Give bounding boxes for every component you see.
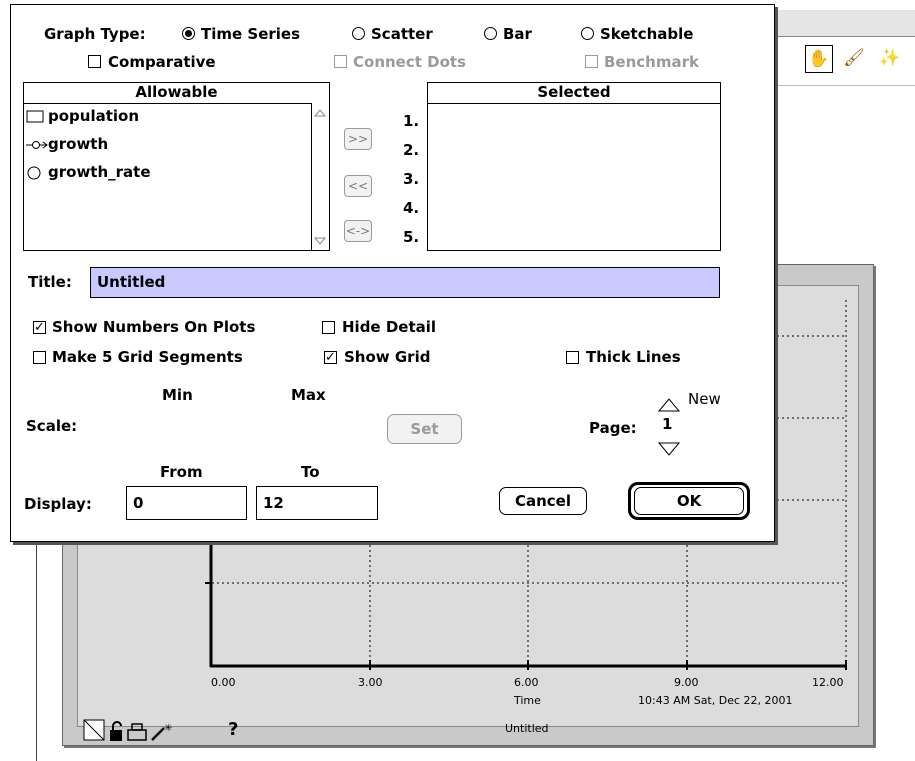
slot-number: 5. bbox=[403, 228, 420, 246]
title-label: Title: bbox=[28, 273, 72, 291]
slot-number: 3. bbox=[403, 170, 420, 188]
graph-type-label: Graph Type: bbox=[44, 25, 146, 43]
timestamp: 10:43 AM Sat, Dec 22, 2001 bbox=[638, 694, 793, 707]
display-label: Display: bbox=[24, 495, 92, 513]
lock-icon bbox=[110, 721, 122, 741]
benchmark-label: Benchmark bbox=[604, 53, 699, 71]
radio-time-series-label[interactable]: Time Series bbox=[201, 25, 300, 43]
show-grid-label[interactable]: Show Grid bbox=[344, 348, 430, 366]
radio-sketchable[interactable] bbox=[581, 27, 594, 40]
connect-dots-label: Connect Dots bbox=[353, 53, 466, 71]
title-input[interactable]: Untitled bbox=[90, 267, 720, 298]
graph-corner-icon bbox=[83, 719, 105, 741]
show-numbers-label[interactable]: Show Numbers On Plots bbox=[52, 318, 255, 336]
grid-segments-checkbox[interactable] bbox=[33, 351, 46, 364]
scale-label: Scale: bbox=[26, 417, 78, 435]
radio-bar-label[interactable]: Bar bbox=[503, 25, 532, 43]
scroll-up-icon bbox=[313, 109, 327, 117]
allowable-scrollbar[interactable] bbox=[311, 103, 329, 250]
list-item[interactable]: population bbox=[26, 107, 306, 127]
allowable-header: Allowable bbox=[24, 83, 329, 104]
help-icon[interactable]: ? bbox=[228, 721, 238, 739]
add-variable-button[interactable]: >> bbox=[344, 128, 372, 150]
ok-button[interactable]: OK bbox=[634, 487, 744, 515]
list-item-label: growth bbox=[48, 135, 109, 153]
from-label: From bbox=[160, 463, 203, 481]
grid-segments-label[interactable]: Make 5 Grid Segments bbox=[52, 348, 243, 366]
set-button[interactable]: Set bbox=[387, 414, 462, 444]
benchmark-checkbox bbox=[585, 55, 598, 68]
swap-variable-button[interactable]: <-> bbox=[344, 220, 372, 242]
x-tick-label: 0.00 bbox=[211, 676, 236, 689]
x-tick-label: 12.00 bbox=[812, 676, 844, 689]
connect-dots-checkbox bbox=[334, 55, 347, 68]
x-tick-label: 6.00 bbox=[514, 676, 539, 689]
min-label: Min bbox=[162, 386, 193, 404]
page-label: Page: bbox=[589, 419, 637, 437]
list-item[interactable]: growth_rate bbox=[26, 163, 306, 183]
list-item-label: population bbox=[48, 107, 140, 125]
slot-number: 1. bbox=[403, 112, 420, 130]
thick-lines-label[interactable]: Thick Lines bbox=[586, 348, 681, 366]
new-page-label: New bbox=[688, 390, 721, 408]
page-up-icon bbox=[657, 398, 681, 412]
display-from-input[interactable]: 0 bbox=[126, 486, 247, 520]
thick-lines-checkbox[interactable] bbox=[566, 351, 579, 364]
comparative-label[interactable]: Comparative bbox=[108, 53, 216, 71]
remove-variable-button[interactable]: << bbox=[344, 175, 372, 197]
x-axis-label: Time bbox=[514, 694, 541, 707]
radio-bar[interactable] bbox=[484, 27, 497, 40]
show-grid-checkbox[interactable]: ✓ bbox=[324, 351, 337, 364]
hide-detail-checkbox[interactable] bbox=[322, 321, 335, 334]
list-item-label: growth_rate bbox=[48, 163, 151, 181]
radio-scatter-label[interactable]: Scatter bbox=[371, 25, 433, 43]
comparative-checkbox[interactable] bbox=[88, 55, 101, 68]
flow-icon bbox=[26, 141, 48, 149]
selected-list[interactable]: Selected bbox=[427, 82, 721, 251]
stock-icon bbox=[26, 110, 44, 123]
converter-icon bbox=[27, 166, 41, 180]
cancel-button[interactable]: Cancel bbox=[499, 487, 587, 515]
to-label: To bbox=[301, 463, 320, 481]
hide-detail-label[interactable]: Hide Detail bbox=[342, 318, 436, 336]
max-label: Max bbox=[291, 386, 326, 404]
printer-icon bbox=[127, 723, 147, 741]
x-tick-label: 3.00 bbox=[358, 676, 383, 689]
radio-time-series[interactable] bbox=[182, 27, 195, 40]
define-graph-dialog: Graph Type: Time Series Scatter Bar Sket… bbox=[10, 4, 775, 542]
slot-number: 4. bbox=[403, 199, 420, 217]
magic-wand-icon: ✳ bbox=[151, 723, 172, 741]
slot-number: 2. bbox=[403, 141, 420, 159]
show-numbers-checkbox[interactable]: ✓ bbox=[33, 321, 46, 334]
scroll-down-icon bbox=[313, 237, 327, 245]
x-tick-label: 9.00 bbox=[674, 676, 699, 689]
radio-sketchable-label[interactable]: Sketchable bbox=[600, 25, 693, 43]
graph-title: Untitled bbox=[505, 722, 549, 735]
radio-scatter[interactable] bbox=[352, 27, 365, 40]
page-down-icon bbox=[657, 442, 681, 456]
page-value: 1 bbox=[662, 415, 673, 433]
svg-text:✳: ✳ bbox=[164, 723, 172, 734]
selected-header: Selected bbox=[428, 83, 720, 104]
display-to-input[interactable]: 12 bbox=[256, 486, 378, 520]
list-item[interactable]: growth bbox=[26, 135, 306, 155]
allowable-list[interactable]: Allowable population growth growth_rate bbox=[23, 82, 330, 251]
